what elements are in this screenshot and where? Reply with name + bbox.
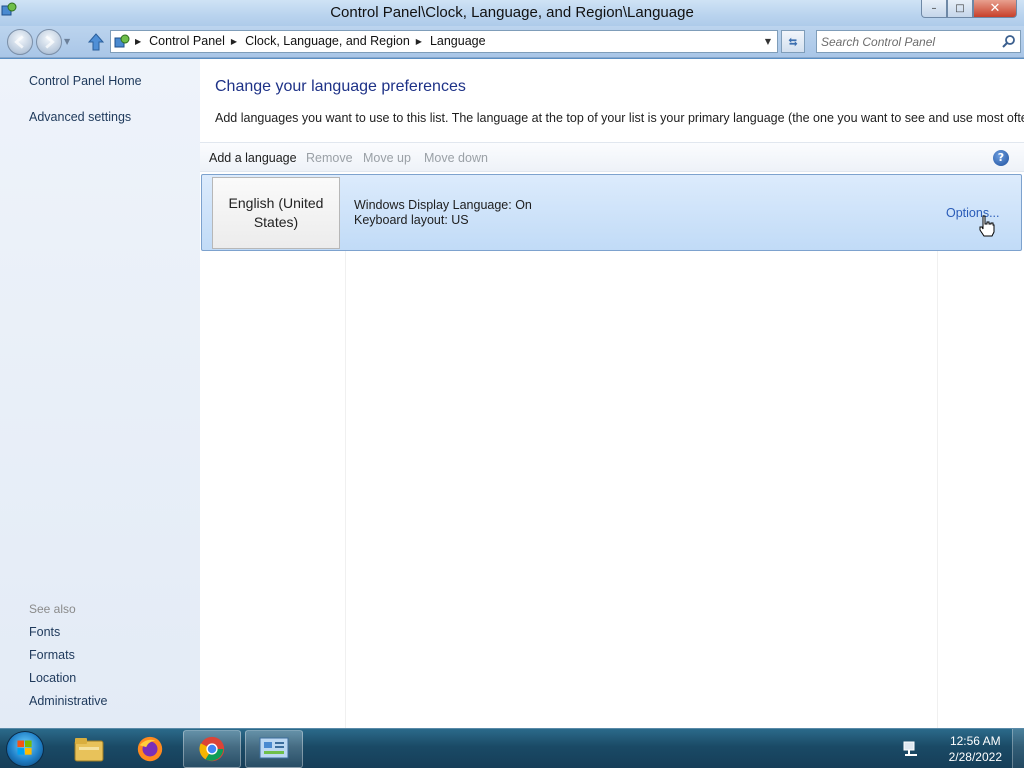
up-arrow-icon[interactable] <box>86 32 106 52</box>
taskbar-control-panel[interactable] <box>245 730 303 768</box>
close-button[interactable]: ✕ <box>973 0 1017 18</box>
maximize-button[interactable]: □ <box>947 0 973 18</box>
forward-button[interactable] <box>36 29 62 55</box>
page-title: Change your language preferences <box>215 78 466 95</box>
recent-pages-dropdown[interactable]: ▼ <box>64 37 70 46</box>
help-icon[interactable]: ? <box>993 150 1009 166</box>
add-language-button[interactable]: Add a language <box>209 151 297 165</box>
left-navigation-pane: Control Panel Home Advanced settings See… <box>0 59 200 728</box>
system-clock[interactable]: 12:56 AM 2/28/2022 <box>949 733 1002 765</box>
chevron-right-icon[interactable]: ▶ <box>231 37 237 46</box>
start-button[interactable] <box>6 731 44 767</box>
windows-logo-icon <box>17 740 32 755</box>
title-bar: Control Panel\Clock, Language, and Regio… <box>0 0 1024 26</box>
taskbar-file-explorer[interactable] <box>60 730 118 768</box>
hand-cursor-icon <box>979 215 995 237</box>
forward-arrow-icon <box>45 35 55 49</box>
system-tray: 12:56 AM 2/28/2022 <box>894 729 1024 768</box>
file-explorer-icon <box>74 738 104 762</box>
page-description: Add languages you want to use to this li… <box>215 111 1024 125</box>
location-link[interactable]: Location <box>29 671 76 685</box>
control-panel-icon <box>114 34 130 48</box>
chevron-right-icon[interactable]: ▶ <box>416 37 422 46</box>
window-title: Control Panel\Clock, Language, and Regio… <box>330 4 694 21</box>
back-arrow-icon <box>14 35 24 49</box>
control-panel-home-link[interactable]: Control Panel Home <box>29 74 142 88</box>
back-button[interactable] <box>7 29 33 55</box>
navigation-bar: ▼ ▶ Control Panel ▶ Clock, Language, and… <box>0 26 1024 58</box>
address-dropdown-button[interactable]: ▼ <box>761 33 775 50</box>
taskbar-firefox[interactable] <box>121 730 179 768</box>
refresh-icon <box>788 37 798 46</box>
move-up-button: Move up <box>363 151 411 165</box>
language-toolbar: Add a language Remove Move up Move down … <box>200 142 1024 172</box>
see-also-heading: See also <box>29 602 76 616</box>
taskbar-chrome[interactable] <box>183 730 241 768</box>
language-name-tile: English (United States) <box>212 177 340 249</box>
chevron-right-icon[interactable]: ▶ <box>135 37 141 46</box>
refresh-button[interactable] <box>781 30 805 53</box>
breadcrumb-clock-language-region[interactable]: Clock, Language, and Region <box>245 34 410 48</box>
chrome-icon <box>199 736 225 762</box>
advanced-settings-link[interactable]: Advanced settings <box>29 110 131 124</box>
fonts-link[interactable]: Fonts <box>29 625 60 639</box>
search-icon[interactable] <box>1001 34 1016 49</box>
control-panel-icon <box>259 737 289 759</box>
search-input[interactable] <box>821 33 996 51</box>
formats-link[interactable]: Formats <box>29 648 75 662</box>
address-bar[interactable]: ▶ Control Panel ▶ Clock, Language, and R… <box>110 30 778 53</box>
language-list-item[interactable]: English (United States) Windows Display … <box>201 174 1022 251</box>
taskbar: 12:56 AM 2/28/2022 <box>0 728 1024 768</box>
clock-time: 12:56 AM <box>949 734 1001 748</box>
breadcrumb-language[interactable]: Language <box>430 34 486 48</box>
administrative-link[interactable]: Administrative <box>29 694 108 708</box>
move-down-button: Move down <box>424 151 488 165</box>
breadcrumb: ▶ Control Panel ▶ Clock, Language, and R… <box>133 34 486 48</box>
firefox-icon <box>137 736 163 762</box>
search-box[interactable] <box>816 30 1021 53</box>
clock-date: 2/28/2022 <box>948 750 1002 764</box>
column-divider <box>345 251 346 728</box>
display-language-status: Windows Display Language: On <box>354 198 532 212</box>
show-desktop-button[interactable] <box>1012 729 1024 768</box>
minimize-button[interactable]: – <box>921 0 947 18</box>
remove-button: Remove <box>306 151 353 165</box>
column-divider <box>937 251 938 728</box>
network-icon[interactable] <box>902 740 920 758</box>
main-content: Change your language preferences Add lan… <box>200 59 1024 728</box>
breadcrumb-control-panel[interactable]: Control Panel <box>149 34 225 48</box>
keyboard-layout-status: Keyboard layout: US <box>354 213 469 227</box>
